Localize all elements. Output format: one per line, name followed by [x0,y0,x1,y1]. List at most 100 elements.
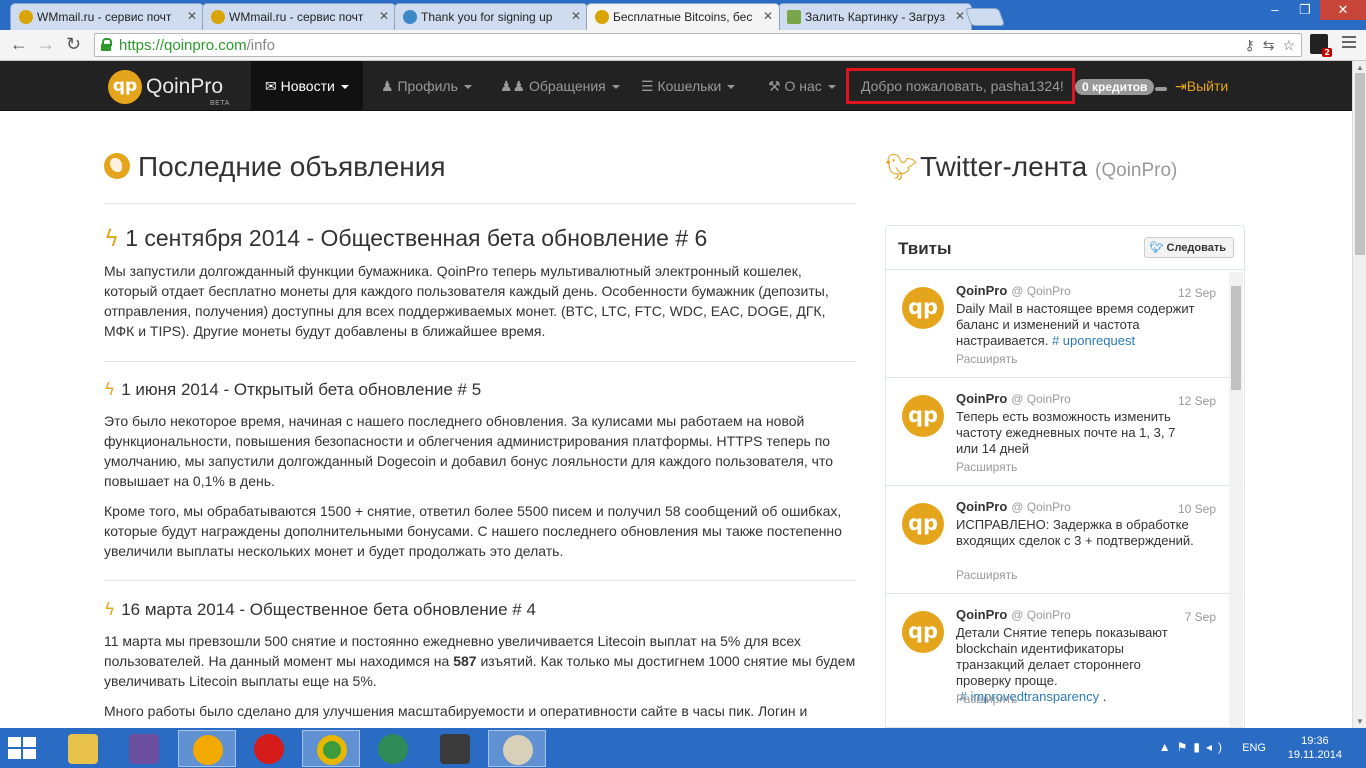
bold-count: 587 [453,653,477,669]
omnibox-icons: ⚷ ⇆ ☆ [1244,37,1295,54]
chrome-icon[interactable] [302,730,360,767]
tweet-author[interactable]: QoinPro @ QoinPro [956,283,1071,298]
browser-tab-active[interactable]: Бесплатные Bitcoins, бес ✕ [586,3,780,30]
back-arrow-icon[interactable]: ← [10,34,28,55]
site-logo[interactable]: qp QoinPro BETA [108,70,229,107]
post-paragraph: Кроме того, мы обрабатываются 1500 + сня… [104,503,842,559]
expand-link[interactable]: Расширять [956,352,1017,366]
scroll-down-icon[interactable]: ▼ [1356,717,1364,726]
address-bar[interactable]: https://qoinpro.com/info ⚷ ⇆ ☆ [94,33,1302,57]
chevron-down-icon [727,85,736,90]
new-tab-button[interactable] [964,8,1006,26]
logo-beta: BETA [210,100,230,107]
chevron-down-icon [611,85,620,90]
tweet-date[interactable]: 10 Sep [1178,502,1216,516]
avatar[interactable]: qp [902,503,944,545]
scrollbar-thumb[interactable] [1355,73,1365,255]
tab-title: Залить Картинку - Загруз [805,10,945,24]
divider [1155,87,1167,91]
avatar[interactable]: qp [902,611,944,653]
key-icon[interactable]: ⚷ [1244,37,1254,54]
user-icon: ♟ [381,78,394,94]
maximize-icon[interactable]: ❐ [1290,0,1320,20]
nav-wallets[interactable]: ☰ Кошельки [627,61,749,111]
browser-tab[interactable]: Залить Картинку - Загруз ✕ [778,3,972,30]
page-scrollbar[interactable]: ▲ ▼ [1352,61,1366,728]
reload-icon[interactable]: ↻ [66,34,81,55]
follow-button[interactable]: 🐦︎ Следовать [1143,237,1234,258]
translate-icon[interactable]: ⇆ [1263,37,1275,54]
post-paragraph: Много работы было сделано для улучшения … [104,703,808,719]
scroll-up-icon[interactable]: ▲ [1356,63,1364,72]
follow-label: Следовать [1166,242,1227,254]
tweet-author[interactable]: QoinPro @ QoinPro [956,607,1071,622]
expand-link[interactable]: Расширять [956,568,1017,582]
widget-scrollbar[interactable] [1229,272,1243,727]
qoinpro-favicon-icon [595,10,609,24]
nav-label: Новости [280,78,335,94]
nav-profile[interactable]: ♟ Профиль [367,61,486,111]
wmmail-favicon-icon [211,10,225,24]
close-tab-icon[interactable]: ✕ [379,9,389,23]
browser-tab[interactable]: WMmail.ru - сервис почт ✕ [202,3,396,30]
nav-tickets[interactable]: ♟♟ Обращения [486,61,634,111]
tweet-date[interactable]: 12 Sep [1178,394,1216,408]
expand-link[interactable]: Расширять [956,460,1017,474]
tweet: qp QoinPro @ QoinPro 7 Sep Детали Снятие … [886,594,1244,727]
clock[interactable]: 19:36 19.11.2014 [1288,734,1342,762]
image-favicon-icon [787,10,801,24]
windows-start-icon[interactable] [8,737,38,761]
tweet-author[interactable]: QoinPro @ QoinPro [956,391,1071,406]
hashtag-link[interactable]: # uponrequest [1052,333,1135,348]
tab-title: WMmail.ru - сервис почт [37,10,172,24]
close-tab-icon[interactable]: ✕ [955,9,965,23]
browser-tab-bar: WMmail.ru - сервис почт ✕ WMmail.ru - се… [0,0,1366,30]
tray-icons[interactable]: ▲⚑▮◂) [1159,740,1228,754]
browser-tab[interactable]: Thank you for signing up ✕ [394,3,588,30]
close-tab-icon[interactable]: ✕ [571,9,581,23]
tweet-date[interactable]: 7 Sep [1185,610,1216,624]
nav-news[interactable]: ✉ Новости [251,61,363,111]
gavel-icon: ⚒ [768,78,781,94]
star-icon[interactable]: ☆ [1282,37,1295,54]
widget-title: Твиты [898,239,952,258]
tab-title: WMmail.ru - сервис почт [229,10,364,24]
nav-label: Профиль [397,78,458,94]
twitter-widget-header: Твиты 🐦︎ Следовать [886,226,1244,270]
post-title-text: 1 сентября 2014 - Общественная бета обно… [125,225,708,251]
logout-link[interactable]: ⇥Выйти [1175,61,1228,111]
tweet-author[interactable]: QoinPro @ QoinPro [956,499,1071,514]
post-paragraph: Мы запустили долгожданный функции бумажн… [104,263,829,339]
minimize-icon[interactable]: – [1260,0,1290,20]
author-handle: @ QoinPro [1011,284,1071,298]
list-icon: ☰ [641,78,654,94]
menu-icon[interactable] [1342,36,1356,51]
expand-link[interactable]: Расширять [956,692,1017,706]
tweet-date[interactable]: 12 Sep [1178,286,1216,300]
tweet: qp QoinPro @ QoinPro 10 Sep ИСПРАВЛЕНО: З… [886,486,1244,594]
close-tab-icon[interactable]: ✕ [187,9,197,23]
avatar[interactable]: qp [902,395,944,437]
chevron-down-icon [463,85,472,90]
bolt-icon: ϟ [104,600,116,620]
post-title-text: 16 марта 2014 - Общественное бета обновл… [121,600,536,619]
nav-about[interactable]: ⚒ О нас [754,61,850,111]
browser-tab[interactable]: WMmail.ru - сервис почт ✕ [10,3,204,30]
file-explorer-icon[interactable] [54,730,112,767]
world-of-tanks-icon[interactable] [426,730,484,767]
language-indicator[interactable]: ENG [1242,742,1266,754]
aimp-icon[interactable] [178,730,236,767]
post-title: ϟ 1 июня 2014 - Открытый бета обновление … [104,380,481,400]
forward-arrow-icon[interactable]: → [37,34,55,55]
paint-icon[interactable] [488,730,546,767]
close-window-icon[interactable]: ✕ [1320,0,1366,20]
visual-studio-icon[interactable] [115,730,173,767]
extension-icon[interactable]: 2 [1310,34,1332,57]
opera-icon[interactable] [240,730,298,767]
twitter-bird-icon: 🐦︎ [1149,241,1164,254]
download-manager-icon[interactable] [364,730,422,767]
logout-label: Выйти [1186,78,1229,94]
scrollbar-thumb[interactable] [1231,286,1241,390]
avatar[interactable]: qp [902,287,944,329]
close-tab-icon[interactable]: ✕ [763,9,773,23]
